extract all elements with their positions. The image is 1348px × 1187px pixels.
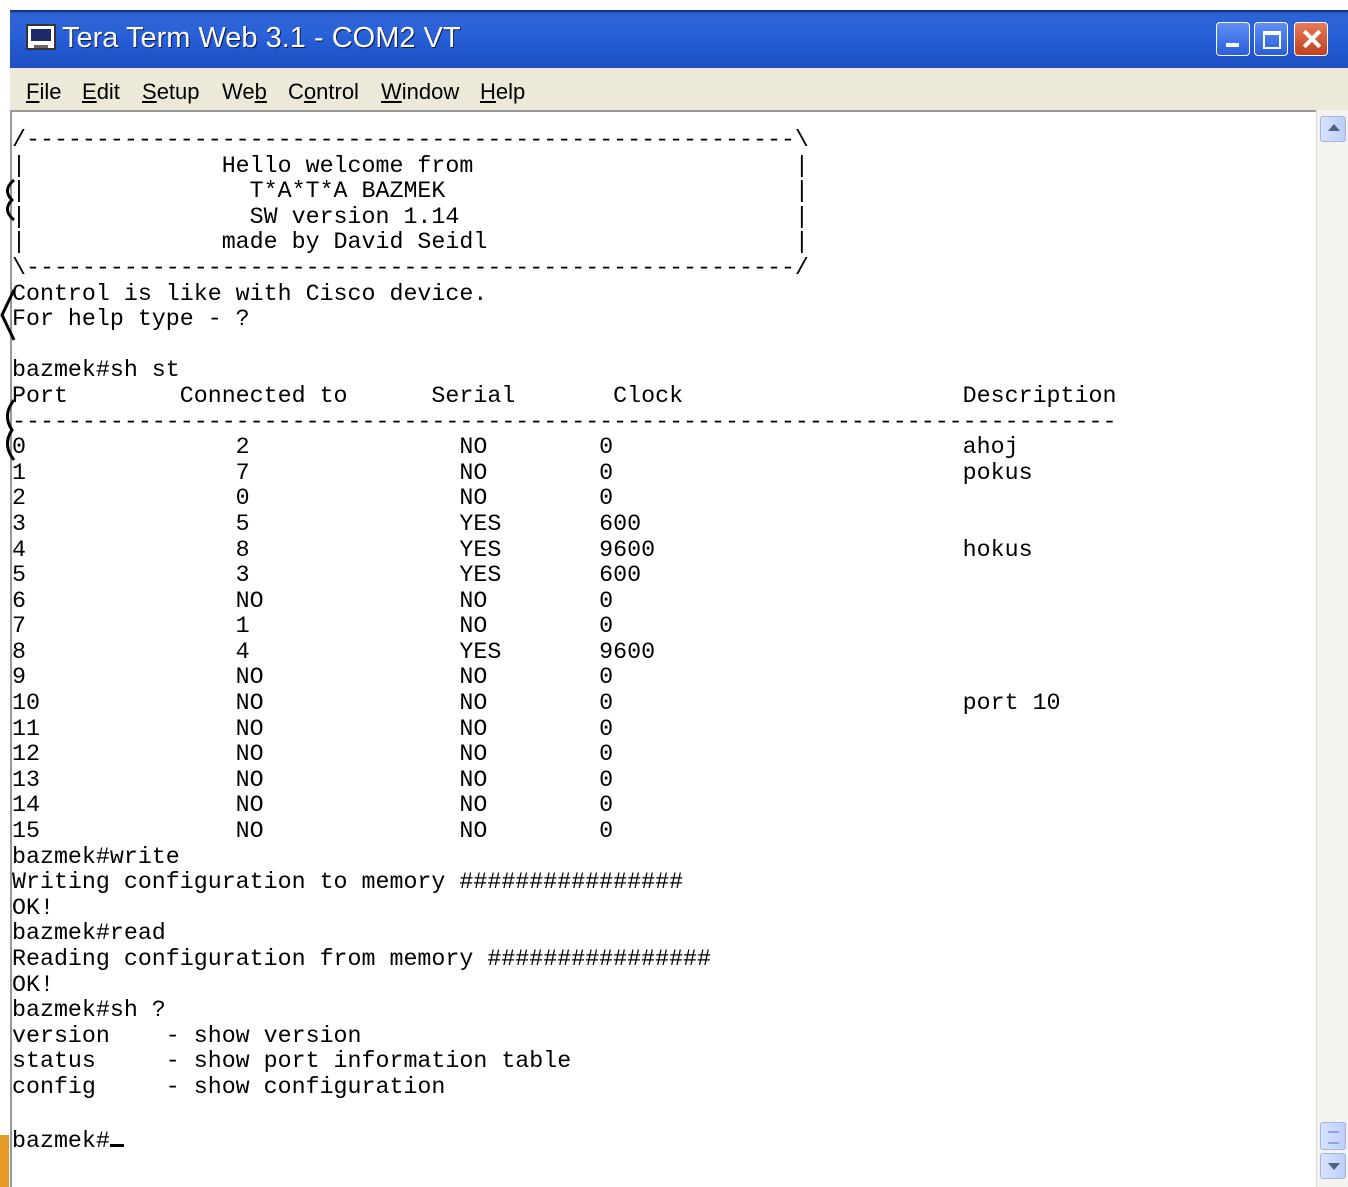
terminal-line: 12 NO NO 0: [12, 741, 614, 768]
terminal-line: ----------------------------------------…: [12, 408, 1117, 435]
menu-control[interactable]: Control: [288, 79, 359, 105]
maximize-button[interactable]: [1254, 22, 1288, 56]
prompt-text: bazmek#: [12, 1128, 110, 1155]
terminal-line: 2 0 NO 0: [12, 485, 614, 512]
terminal-line: 3 5 YES 600: [12, 510, 642, 537]
terminal-line: 11 NO NO 0: [12, 715, 614, 742]
terminal-line: Reading configuration from memory ######…: [12, 946, 712, 972]
menu-web[interactable]: Web: [222, 79, 267, 105]
menu-window[interactable]: Window: [381, 79, 459, 105]
terminal-app-icon[interactable]: [26, 24, 56, 50]
terminal-line: Control is like with Cisco device.: [12, 280, 488, 307]
menu-help[interactable]: Help: [480, 79, 525, 105]
terminal-line: 15 NO NO 0: [12, 818, 614, 845]
menu-edit[interactable]: Edit: [82, 79, 120, 105]
close-button[interactable]: [1294, 22, 1328, 56]
terminal-line: For help type - ?: [12, 306, 250, 333]
terminal-line: 8 4 YES 9600: [12, 638, 656, 665]
scroll-up-arrow-icon[interactable]: [1320, 116, 1346, 142]
menu-setup[interactable]: Setup: [142, 79, 200, 105]
terminal-output: /---------------------------------------…: [12, 127, 1117, 1155]
terminal-line: 5 3 YES 600: [12, 562, 642, 589]
terminal-line: 9 NO NO 0: [12, 664, 614, 691]
terminal-line: 6 NO NO 0: [12, 587, 614, 614]
terminal-line: | Hello welcome from |: [12, 152, 809, 179]
terminal-line: bazmek#write: [12, 843, 180, 870]
terminal-line: bazmek#read: [12, 920, 166, 947]
terminal-line: Port Connected to Serial Clock Descripti…: [12, 382, 1117, 409]
terminal-line: 14 NO NO 0: [12, 792, 614, 819]
terminal-line: 10 NO NO 0 port 10: [12, 690, 1061, 717]
terminal-line: status - show port information table: [12, 1048, 572, 1075]
terminal-line: bazmek#sh st: [12, 357, 180, 384]
left-edge-decoration: [0, 178, 16, 461]
menu-bar: File Edit Setup Web Control Window Help: [10, 68, 1348, 106]
orange-edge-bar: [0, 1135, 9, 1187]
terminal-line: bazmek#sh ?: [12, 997, 166, 1024]
terminal-line: OK!: [12, 894, 54, 921]
terminal-line: 0 2 NO 0 ahoj: [12, 434, 1019, 461]
terminal-line: Writing configuration to memory ########…: [12, 869, 684, 896]
terminal-line: | SW version 1.14 |: [12, 203, 809, 230]
terminal-line: 7 1 NO 0: [12, 613, 614, 640]
terminal-line: config - show configuration: [12, 1073, 446, 1100]
terminal-line: | T*A*T*A BAZMEK |: [12, 178, 809, 205]
terminal-line: \---------------------------------------…: [12, 254, 809, 281]
menu-file[interactable]: File: [26, 79, 61, 105]
terminal-prompt-line[interactable]: bazmek#: [12, 1126, 1116, 1155]
text-cursor: [109, 1126, 124, 1148]
scroll-down-arrow-icon[interactable]: [1320, 1153, 1346, 1179]
terminal-line: 4 8 YES 9600 hokus: [12, 536, 1033, 563]
minimize-button[interactable]: [1216, 22, 1250, 56]
terminal-line: 13 NO NO 0: [12, 766, 614, 793]
title-bar[interactable]: Tera Term Web 3.1 - COM2 VT: [10, 10, 1348, 68]
scroll-thumb[interactable]: [1320, 1122, 1346, 1150]
vertical-scrollbar[interactable]: [1316, 110, 1348, 1187]
terminal-line: /---------------------------------------…: [12, 127, 809, 153]
terminal-line: OK!: [12, 971, 54, 998]
terminal-line: | made by David Seidl |: [12, 229, 809, 256]
window-title: Tera Term Web 3.1 - COM2 VT: [62, 22, 461, 54]
terminal-line: version - show version: [12, 1022, 362, 1049]
terminal-line: 1 7 NO 0 pokus: [12, 459, 1033, 486]
